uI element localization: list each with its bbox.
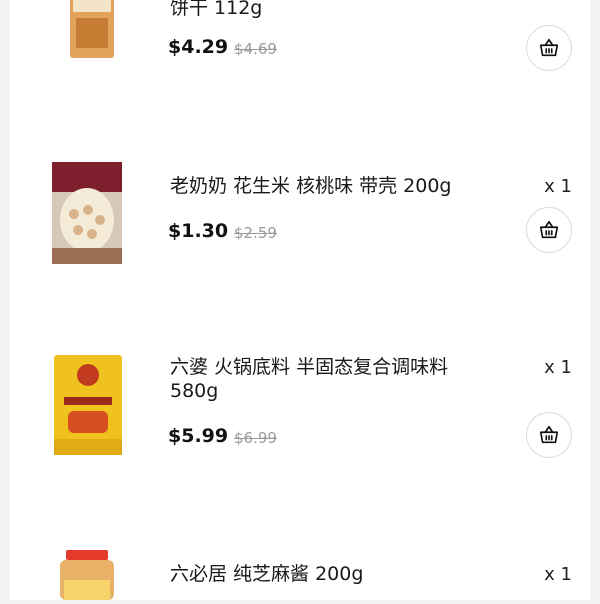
product-title: 六婆 火锅底料 半固态复合调味料 580g: [170, 356, 449, 402]
cart-item-list: 饼干 112g $4.29 $4.69 老奶奶 花生米 核桃味 带壳 200g: [10, 0, 590, 600]
quantity-label: x 1: [544, 357, 572, 378]
shopping-basket-icon: [539, 425, 559, 444]
sale-price: $5.99: [168, 425, 229, 447]
product-title: 老奶奶 花生米 核桃味 带壳 200g: [170, 175, 452, 197]
product-image-peanuts: [52, 162, 122, 264]
add-to-cart-button[interactable]: [526, 25, 572, 71]
product-title: 饼干 112g: [170, 0, 263, 19]
quantity-label: x 1: [544, 176, 572, 197]
shopping-basket-icon: [539, 38, 559, 57]
original-price: $2.59: [234, 224, 277, 242]
product-image-sesame-paste: [56, 550, 118, 600]
sale-price: $4.29: [168, 36, 229, 58]
quantity-label: x 1: [544, 564, 572, 585]
original-price: $4.69: [234, 40, 277, 58]
add-to-cart-button[interactable]: [526, 412, 572, 458]
original-price: $6.99: [234, 429, 277, 447]
add-to-cart-button[interactable]: [526, 207, 572, 253]
product-image-hotpot-base: [54, 355, 122, 455]
product-title: 六必居 纯芝麻酱 200g: [170, 563, 364, 585]
shopping-basket-icon: [539, 220, 559, 239]
product-image-soy-wafer: [68, 0, 116, 58]
sale-price: $1.30: [168, 220, 229, 242]
